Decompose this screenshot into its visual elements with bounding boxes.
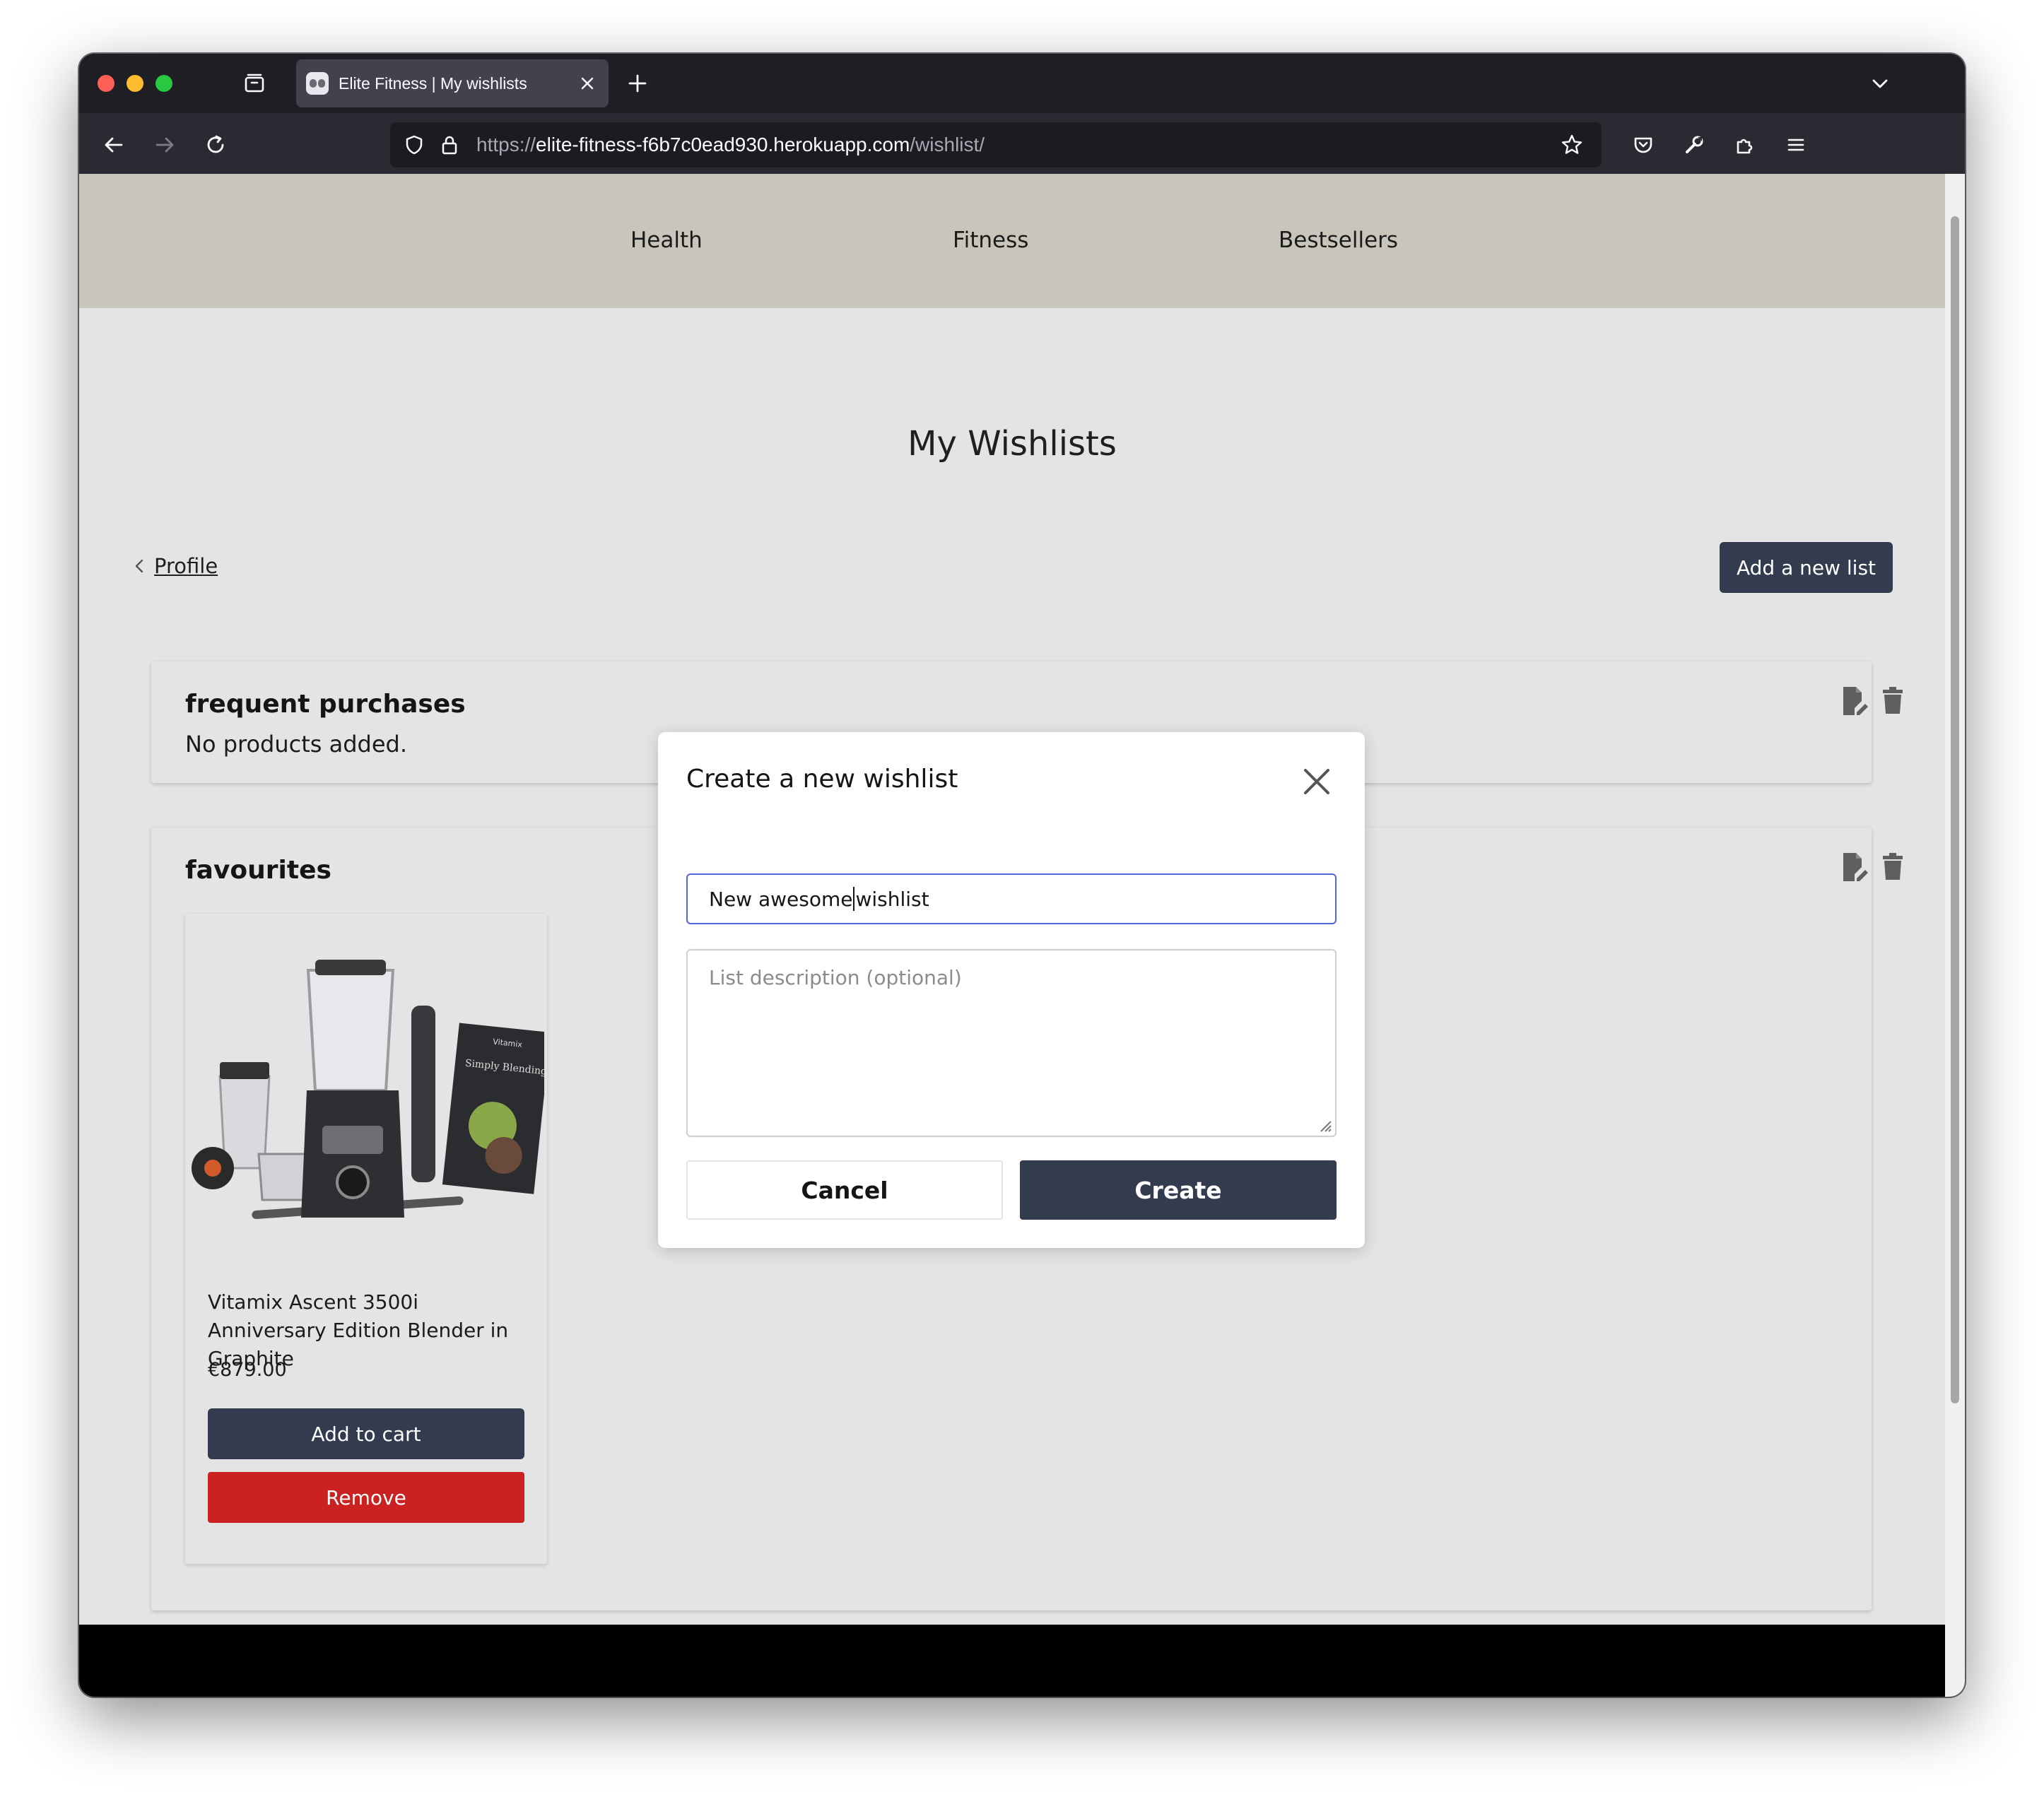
modal-close-icon[interactable] [1300, 765, 1334, 799]
create-button[interactable]: Create [1020, 1160, 1337, 1220]
remove-product-button[interactable]: Remove [208, 1472, 524, 1523]
create-wishlist-modal: Create a new wishlist New awesome wishlis… [658, 732, 1365, 1248]
description-placeholder: List description (optional) [709, 966, 962, 989]
maximize-window-button[interactable] [155, 75, 172, 92]
text-caret [853, 887, 855, 911]
edit-list-icon[interactable] [1840, 685, 1869, 717]
close-window-button[interactable] [98, 75, 114, 92]
url-scheme: https:// [476, 134, 536, 155]
minimize-window-button[interactable] [127, 75, 143, 92]
list-all-tabs-chevron-down-icon[interactable] [1866, 69, 1894, 98]
url-path: /wishlist/ [910, 134, 985, 155]
browser-tab-active[interactable]: Elite Fitness | My wishlists [296, 59, 609, 107]
wishlist-actions [1840, 685, 1904, 717]
wishlist-actions [1840, 852, 1904, 883]
chevron-left-icon [135, 559, 143, 573]
tab-overview-icon[interactable] [240, 69, 269, 98]
forward-arrow-icon[interactable] [148, 129, 181, 161]
product-price: €879.00 [208, 1359, 287, 1381]
add-to-cart-button[interactable]: Add to cart [208, 1408, 524, 1459]
nav-item-fitness[interactable]: Fitness [953, 228, 1028, 253]
tab-close-icon[interactable] [573, 69, 601, 98]
wishlist-name: favourites [185, 856, 331, 885]
url-host: elite-fitness-f6b7c0ead930.herokuapp.com [536, 134, 910, 155]
tab-bar: Elite Fitness | My wishlists [79, 54, 1965, 113]
delete-list-trash-icon[interactable] [1881, 852, 1904, 883]
browser-window: Elite Fitness | My wishlists https://eli… [79, 54, 1965, 1697]
resize-handle-icon[interactable] [1317, 1117, 1332, 1133]
bookmark-star-icon[interactable] [1556, 129, 1587, 160]
url-text[interactable]: https://elite-fitness-f6b7c0ead930.herok… [476, 134, 985, 156]
back-to-profile-link[interactable]: Profile [133, 554, 218, 578]
scrollbar-thumb[interactable] [1951, 216, 1959, 1403]
wishlist-name-input[interactable]: New awesome wishlist [686, 873, 1337, 924]
site-header: Health Fitness Bestsellers [79, 174, 1945, 308]
pocket-icon[interactable] [1627, 129, 1660, 161]
nav-item-bestsellers[interactable]: Bestsellers [1279, 228, 1398, 253]
menu-hamburger-icon[interactable] [1780, 129, 1812, 161]
lock-icon[interactable] [437, 129, 462, 160]
page-title: My Wishlists [908, 424, 1117, 464]
extensions-puzzle-icon[interactable] [1729, 129, 1761, 161]
tracking-protection-shield-icon[interactable] [399, 129, 430, 160]
add-new-list-button[interactable]: Add a new list [1720, 542, 1893, 593]
edit-list-icon[interactable] [1840, 852, 1869, 883]
product-image[interactable]: Simply Blending Vitamix [188, 956, 544, 1239]
delete-list-trash-icon[interactable] [1881, 685, 1904, 717]
address-bar[interactable]: https://elite-fitness-f6b7c0ead930.herok… [390, 122, 1602, 167]
input-text-after-caret: wishlist [855, 887, 929, 911]
page-viewport: Health Fitness Bestsellers My Wishlists … [79, 174, 1945, 1697]
site-favicon-icon [306, 72, 329, 95]
reload-icon[interactable] [199, 129, 232, 161]
wishlist-empty-text: No products added. [185, 731, 408, 758]
input-text-before-caret: New awesome [709, 887, 853, 911]
cancel-button[interactable]: Cancel [686, 1160, 1003, 1220]
site-footer [79, 1625, 1945, 1697]
nav-item-health[interactable]: Health [630, 228, 703, 253]
wishlist-name: frequent purchases [185, 690, 466, 719]
tab-title: Elite Fitness | My wishlists [339, 73, 527, 93]
modal-title: Create a new wishlist [686, 765, 958, 794]
new-tab-icon[interactable] [623, 69, 652, 98]
product-card: Simply Blending Vitamix Vitamix Ascent 3… [185, 914, 547, 1564]
developer-tools-wrench-icon[interactable] [1678, 129, 1710, 161]
back-link-label: Profile [154, 554, 218, 578]
wishlist-description-textarea[interactable]: List description (optional) [686, 949, 1337, 1137]
back-arrow-icon[interactable] [98, 129, 130, 161]
